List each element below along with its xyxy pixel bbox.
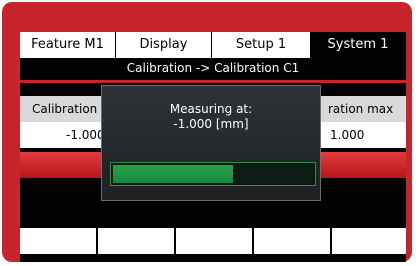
progress-bar (110, 162, 316, 186)
softkey-4[interactable] (254, 228, 330, 254)
measuring-value: -1.000 [mm] (173, 117, 249, 131)
column-header-calibration-max: ration max (328, 102, 394, 116)
breadcrumb: Calibration -> Calibration C1 (126, 61, 300, 75)
softkey-3[interactable] (176, 228, 252, 254)
cell-calibration-value: -1.000 (66, 128, 105, 142)
tab-system[interactable]: System 1 (310, 32, 406, 58)
softkey-1[interactable] (20, 228, 96, 254)
tab-feature[interactable]: Feature M1 (20, 32, 116, 58)
softkey-bar (20, 228, 406, 254)
column-header-calibration: Calibration (32, 102, 98, 116)
progress-fill (113, 165, 233, 183)
tab-bar: Feature M1 Display Setup 1 System 1 (20, 32, 406, 58)
display-screen: Feature M1 Display Setup 1 System 1 Cali… (20, 32, 406, 262)
tab-display[interactable]: Display (116, 32, 212, 58)
dialog-title: Measuring at: (169, 102, 253, 116)
device-frame: Feature M1 Display Setup 1 System 1 Cali… (2, 2, 412, 262)
softkey-5[interactable] (332, 228, 406, 254)
measuring-dialog: Measuring at: -1.000 [mm] (101, 85, 321, 201)
tab-setup[interactable]: Setup 1 (212, 32, 310, 58)
softkey-2[interactable] (98, 228, 174, 254)
cell-calibration-max-value: 1.000 (330, 128, 365, 142)
header-divider (20, 80, 406, 83)
